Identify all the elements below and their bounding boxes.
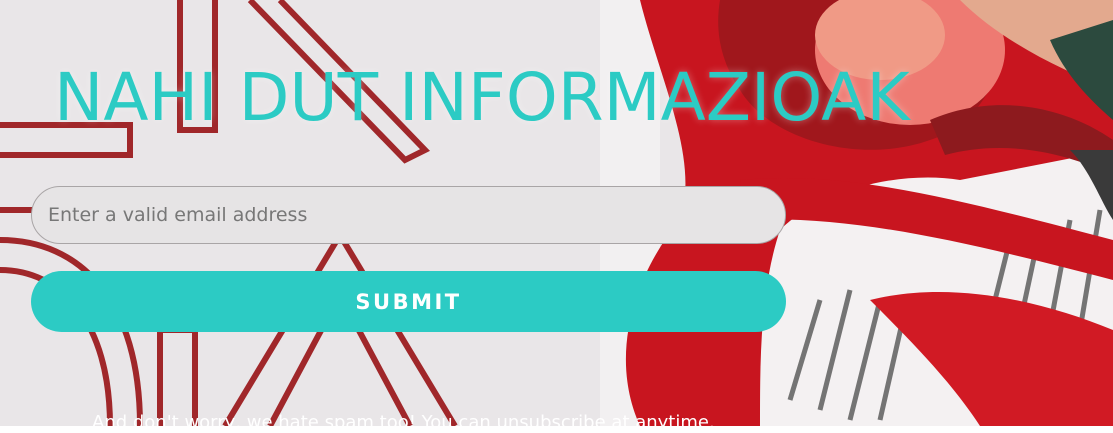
submit-button[interactable]: SUBMIT [31, 271, 786, 332]
spam-disclaimer: And don't worry, we hate spam too! You c… [92, 412, 715, 433]
email-field[interactable] [31, 186, 786, 244]
page-title: NAHI DUT INFORMAZIOAK [54, 59, 910, 136]
